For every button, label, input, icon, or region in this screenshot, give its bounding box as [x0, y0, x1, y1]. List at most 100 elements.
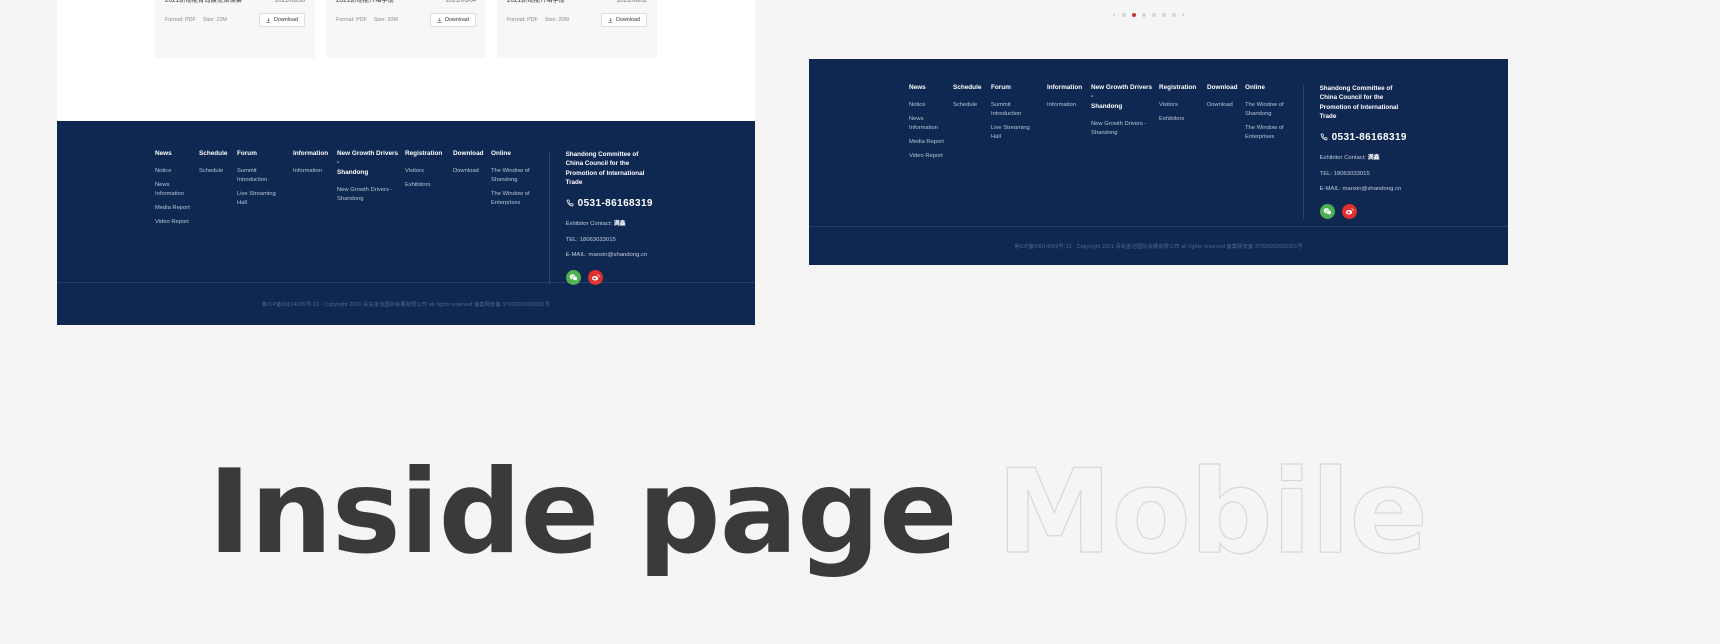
contact-phone[interactable]: 0531-86168319 [1320, 132, 1408, 143]
phone-icon [566, 199, 573, 207]
footer-link-summit-introduction[interactable]: Summit Introduction [991, 101, 1041, 119]
footer-heading: Schedule [953, 84, 982, 91]
card-meta: Format: PDF Size: 20M [336, 17, 398, 23]
copyright-bar: 鲁ICP备09014009号-13 · Copyright 2021 青岛金池国… [57, 282, 755, 325]
weibo-glyph [591, 274, 600, 281]
desktop-page-mockup: 2021新动能青岛展览洽谈会 2021/06/30 Format: PDF Si… [57, 0, 755, 325]
site-footer: News Notice News Information Media Repor… [57, 121, 755, 325]
footer-link-visitors[interactable]: Visitors [405, 167, 447, 176]
contact-phone[interactable]: 0531-86168319 [566, 198, 657, 209]
footer-link-window-of-shandong[interactable]: The Window of Shandong [1245, 101, 1291, 119]
footer-link-download[interactable]: Download [1207, 101, 1239, 110]
footer-link-new-growth-drivers[interactable]: New Growth Drivers - Shandong [1091, 120, 1153, 138]
footer-link-live-streaming-hall[interactable]: Live Streaming Hall [991, 124, 1041, 142]
card-format: Format: PDF [507, 17, 538, 23]
social-links [1319, 204, 1408, 220]
mobile-footer-navigation: News Notice News Information Media Repor… [909, 83, 1297, 219]
footer-link-video-report[interactable]: Video Report [155, 218, 193, 227]
footer-link-live-streaming-hall[interactable]: Live Streaming Hall [237, 190, 287, 208]
card-meta: Format: PDF Size: 20M [507, 17, 569, 23]
card-title: 2021新动能介绍手册 [507, 0, 566, 4]
download-card[interactable]: 2021新动能介绍手册 2021/06/02 Format: PDF Size:… [497, 0, 657, 58]
footer-link-news-information[interactable]: News Information [155, 181, 193, 199]
card-size: Size: 20M [544, 17, 569, 23]
footer-heading: Forum [991, 84, 1011, 91]
card-format: Format: PDF [336, 17, 367, 23]
footer-heading: Download [1207, 84, 1238, 91]
mobile-footer-column-information: Information Information [1047, 83, 1091, 219]
footer-link-news-information[interactable]: News Information [909, 115, 947, 133]
prev-arrow-icon[interactable]: ‹ [1113, 11, 1116, 19]
download-icon [266, 17, 271, 22]
download-button-label: Download [274, 17, 298, 23]
exhibitor-contact: Exhibitor Contact: 满鑫 [1320, 154, 1408, 163]
card-title: 2021新动能青岛展览洽谈会 [165, 0, 243, 4]
download-button-label: Download [616, 17, 640, 23]
footer-link-media-report[interactable]: Media Report [155, 204, 193, 213]
download-button[interactable]: Download [430, 13, 476, 27]
footer-link-window-of-enterprises[interactable]: The Window of Enterprises [491, 190, 537, 208]
mobile-footer-column-schedule: Schedule Schedule [953, 83, 991, 219]
tel-label: TEL: [565, 236, 579, 243]
organization-name: Shandong Committee of China Council for … [565, 151, 645, 187]
wechat-glyph [569, 274, 578, 282]
footer-link-notice[interactable]: Notice [909, 101, 947, 110]
footer-link-schedule[interactable]: Schedule [953, 101, 985, 110]
download-button[interactable]: Download [259, 13, 305, 27]
pagination-dot-active[interactable] [1131, 13, 1136, 17]
footer-link-new-growth-drivers[interactable]: New Growth Drivers - Shandong [337, 186, 399, 204]
pagination-dot[interactable] [1161, 13, 1166, 17]
footer-heading: News [909, 84, 926, 91]
pagination-dot[interactable] [1121, 13, 1126, 17]
footer-heading: Registration [1159, 84, 1197, 91]
next-arrow-icon[interactable]: › [1182, 11, 1185, 19]
footer-link-window-of-enterprises[interactable]: The Window of Enterprises [1245, 124, 1291, 142]
pagination-dot[interactable] [1141, 13, 1146, 17]
pagination-dot[interactable] [1151, 13, 1156, 17]
footer-link-notice[interactable]: Notice [155, 167, 193, 176]
tel-label: TEL: [1319, 170, 1333, 177]
contact-email: E-MAIL: manxin@shandong.cn [1320, 185, 1408, 194]
contact-tel: TEL: 18063033015 [1320, 170, 1408, 179]
footer-heading: News [155, 150, 172, 157]
download-card[interactable]: 2021新动能介绍手册 2021/06/04 Format: PDF Size:… [326, 0, 486, 58]
organization-name: Shandong Committee of China Council for … [1319, 85, 1399, 121]
footer-column-forum: Forum Summit Introduction Live Streaming… [237, 149, 293, 285]
email-value: manxin@shandong.cn [1342, 186, 1402, 193]
download-button[interactable]: Download [601, 13, 647, 27]
footer-column-new-growth-drivers: New Growth Drivers - Shandong New Growth… [337, 149, 405, 285]
email-label: E-MAIL: [565, 252, 587, 259]
exhibitor-contact-name: 满鑫 [613, 220, 626, 227]
weibo-icon[interactable] [1341, 204, 1357, 220]
footer-link-video-report[interactable]: Video Report [909, 152, 947, 161]
footer-link-schedule[interactable]: Schedule [199, 167, 231, 176]
footer-link-exhibitors[interactable]: Exhibitors [1159, 115, 1201, 124]
download-icon [437, 17, 442, 22]
tel-value: 18063033015 [579, 236, 616, 243]
download-card[interactable]: 2021新动能青岛展览洽谈会 2021/06/30 Format: PDF Si… [155, 0, 315, 58]
mobile-copyright-bar: 鲁ICP备09014009号-13 · Copyright 2021 青岛金池国… [809, 226, 1508, 265]
mobile-footer-contact: Shandong Committee of China Council for … [1319, 83, 1408, 220]
footer-heading: New Growth Drivers - Shandong [337, 150, 399, 176]
footer-link-media-report[interactable]: Media Report [909, 138, 947, 147]
footer-heading: Information [1047, 84, 1083, 91]
contact-email: E-MAIL: manxin@shandong.cn [566, 251, 657, 260]
footer-heading: Forum [237, 150, 257, 157]
footer-link-visitors[interactable]: Visitors [1159, 101, 1201, 110]
exhibitor-contact-label: Exhibitor Contact: [565, 220, 613, 227]
wechat-icon[interactable] [1319, 204, 1335, 220]
footer-heading: Schedule [199, 150, 228, 157]
card-date: 2021/06/02 [616, 0, 647, 4]
footer-link-download[interactable]: Download [453, 167, 485, 176]
footer-link-information[interactable]: Information [293, 167, 331, 176]
footer-link-information[interactable]: Information [1047, 101, 1085, 110]
footer-link-window-of-shandong[interactable]: The Window of Shandong [491, 167, 537, 185]
carousel-pagination: ‹ › [1113, 11, 1184, 19]
pagination-dot[interactable] [1171, 13, 1176, 17]
copyright-text: 鲁ICP备09014009号-13 · Copyright 2021 青岛金池国… [1014, 243, 1303, 250]
footer-column-online: Online The Window of Shandong The Window… [491, 149, 543, 285]
footer-heading: Information [293, 150, 329, 157]
footer-link-exhibitors[interactable]: Exhibitors [405, 181, 447, 190]
mobile-footer-divider [1303, 85, 1304, 220]
footer-link-summit-introduction[interactable]: Summit Introduction [237, 167, 287, 185]
